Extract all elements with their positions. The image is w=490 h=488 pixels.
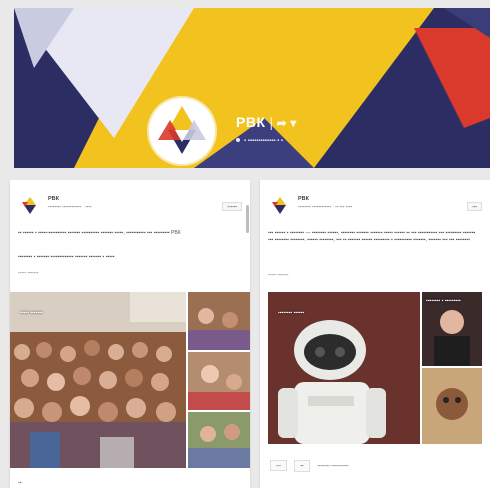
rvk-logo-icon: [158, 106, 206, 154]
post-menu-button[interactable]: ▪▪▪▪▪▪: [222, 202, 242, 211]
post-card-2: РВК ▪▪▪▪▪▪▪▪ ▪▪▪▪▪▪▪▪▪▪▪▪ · ▪▪ ▪▪▪ ▪▪▪▪ …: [260, 180, 490, 488]
photo-thumbnail-2: [422, 368, 482, 444]
photo-thumbnail-3: [188, 412, 250, 468]
profile-name-row: РВК | ➦ ▾: [236, 114, 297, 130]
post-meta: ▪▪▪▪▪▪▪▪ ▪▪▪▪▪▪▪▪▪▪▪▪ · ▪▪▪▪: [48, 204, 92, 209]
people-icon: [236, 138, 240, 143]
profile-name: РВК: [236, 114, 266, 130]
plus-one-icon[interactable]: ▪▪: [18, 480, 22, 486]
profile-followers: ▪ ▪▪▪▪▪▪▪▪▪▪▪▪▪ ▪ ▪: [236, 138, 283, 144]
post-author[interactable]: РВК: [298, 196, 309, 202]
post-photo-side-2[interactable]: [188, 352, 250, 410]
post-meta: ▪▪▪▪▪▪▪▪ ▪▪▪▪▪▪▪▪▪▪▪▪ · ▪▪ ▪▪▪ ▪▪▪▪: [298, 204, 353, 209]
post-header: РВК ▪▪▪▪▪▪▪▪ ▪▪▪▪▪▪▪▪▪▪▪▪ · ▪▪▪▪ ▪▪▪▪▪▪: [18, 194, 242, 218]
share-button[interactable]: ➦: [294, 460, 310, 472]
post-card-1: РВК ▪▪▪▪▪▪▪▪ ▪▪▪▪▪▪▪▪▪▪▪▪ · ▪▪▪▪ ▪▪▪▪▪▪ …: [10, 180, 250, 488]
post-menu-button[interactable]: ▪▪▪: [467, 202, 482, 211]
post-avatar-icon[interactable]: [20, 196, 40, 216]
profile-name-separator: |: [269, 114, 274, 130]
post-text: ▪▪ ▪▪▪▪▪▪ ▪ ▪▪▪▪▪-▪▪▪▪▪▪▪▪▪▪ ▪▪▪▪▪▪▪ ▪▪▪…: [18, 230, 181, 236]
read-more-link[interactable]: ▪▪▪▪▪ ▪▪▪▪▪▪▪: [268, 272, 288, 277]
post-actions: ▪▪▪ ➦ ▪▪▪▪▪▪▪▪ ▪▪▪▪▪▪▪▪▪▪▪: [270, 460, 480, 474]
post-footer: ▪▪: [18, 480, 22, 486]
crowd-photo: [10, 292, 186, 468]
profile-avatar[interactable]: [149, 98, 215, 164]
photo-thumbnail-1: [188, 292, 250, 350]
post-photo-side-1[interactable]: ▪▪▪▪▪▪▪▪ ▪ ▪▪▪▪▪▪▪▪▪: [422, 292, 482, 366]
cover-art: [14, 8, 490, 168]
post-avatar-icon[interactable]: [270, 196, 290, 216]
post-author[interactable]: РВК: [48, 196, 59, 202]
feed-scrollbar[interactable]: [246, 205, 249, 233]
share-arrow-icon[interactable]: ➦: [277, 116, 288, 130]
post-header: РВК ▪▪▪▪▪▪▪▪ ▪▪▪▪▪▪▪▪▪▪▪▪ · ▪▪ ▪▪▪ ▪▪▪▪ …: [268, 194, 482, 218]
post-text: ▪▪▪ ▪▪▪▪▪▪ ▪ ▪▪▪▪▪▪▪▪ — ▪▪▪▪▪▪▪▪ ▪▪▪▪▪▪,…: [268, 230, 476, 243]
dropdown-icon[interactable]: ▾: [290, 116, 297, 130]
followers-text: ▪ ▪▪▪▪▪▪▪▪▪▪▪▪▪ ▪ ▪: [244, 138, 284, 144]
profile-cover: РВК | ➦ ▾ ▪ ▪▪▪▪▪▪▪▪▪▪▪▪▪ ▪ ▪: [14, 8, 490, 168]
post-photo-main[interactable]: ▪▪▪▪▪ ▪▪▪▪▪▪▪: [10, 292, 186, 468]
post-text-2: ▪▪▪▪▪▪▪▪ ▪ ▪▪▪▪▪▪▪ ▪▪▪▪▪▪▪▪▪▪▪▪▪ ▪▪▪▪▪▪▪…: [18, 254, 115, 260]
photo-caption: ▪▪▪▪▪ ▪▪▪▪▪▪▪: [20, 310, 43, 316]
post-photo-side-2[interactable]: [422, 368, 482, 444]
photo-thumbnail-2: [188, 352, 250, 410]
photo-caption-2: ▪▪▪▪▪▪▪▪ ▪ ▪▪▪▪▪▪▪▪▪: [426, 298, 461, 304]
post-photo-main[interactable]: ▪▪▪▪▪▪▪▪ ▪▪▪▪▪▪: [268, 292, 420, 444]
comment-input[interactable]: ▪▪▪▪▪▪▪▪ ▪▪▪▪▪▪▪▪▪▪▪: [317, 463, 349, 468]
plus-one-button[interactable]: ▪▪▪: [270, 460, 287, 471]
photo-caption: ▪▪▪▪▪▪▪▪ ▪▪▪▪▪▪: [278, 310, 305, 316]
post-photo-side-1[interactable]: [188, 292, 250, 350]
post-photo-side-3[interactable]: [188, 412, 250, 468]
read-more-link[interactable]: ▪▪▪▪▪ ▪▪▪▪▪▪▪: [18, 270, 38, 275]
